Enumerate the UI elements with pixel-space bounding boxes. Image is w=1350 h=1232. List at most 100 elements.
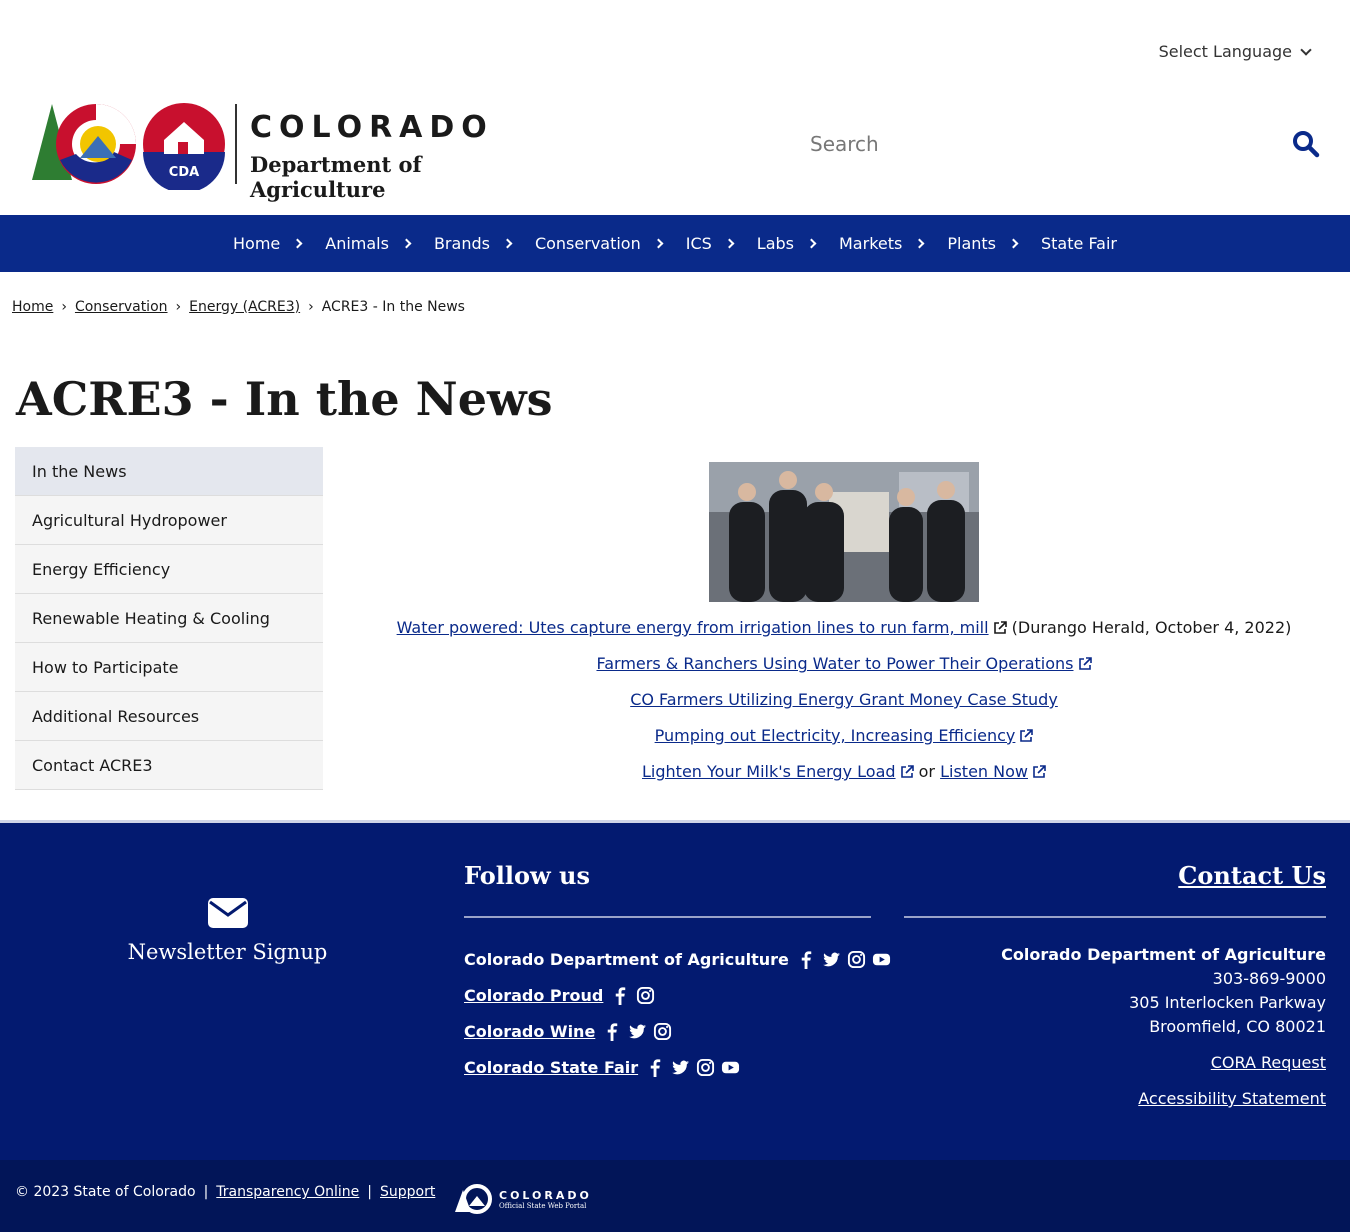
logo-divider (235, 104, 237, 184)
breadcrumb-home[interactable]: Home (12, 299, 53, 315)
accessibility-link[interactable]: Accessibility Statement (1001, 1087, 1326, 1111)
separator: | (203, 1184, 209, 1200)
nav-item-plants[interactable]: Plants (935, 234, 1029, 253)
facebook-icon[interactable] (646, 1058, 665, 1077)
breadcrumb-conservation[interactable]: Conservation (75, 299, 168, 315)
breadcrumb-separator: › (308, 299, 314, 315)
portal-title: COLORADO (499, 1188, 592, 1202)
breadcrumb-separator: › (175, 299, 182, 315)
contact-address-1: 305 Interlocken Parkway (1129, 993, 1326, 1012)
facebook-icon[interactable] (603, 1022, 622, 1041)
news-links: Water powered: Utes capture energy from … (340, 617, 1348, 797)
cora-request-link[interactable]: CORA Request (1001, 1051, 1326, 1075)
news-link-milk-energy[interactable]: Lighten Your Milk's Energy Load (642, 762, 896, 781)
instagram-icon[interactable] (636, 986, 655, 1005)
colorado-portal-icon (455, 1184, 492, 1214)
sidebar-item-resources[interactable]: Additional Resources (15, 692, 323, 741)
chevron-right-icon (1008, 238, 1019, 249)
contact-divider (904, 916, 1326, 918)
news-source: (Durango Herald, October 4, 2022) (1011, 618, 1292, 637)
facebook-icon[interactable] (611, 986, 630, 1005)
external-link-icon (993, 621, 1007, 634)
breadcrumb: Home › Conservation › Energy (ACRE3) › A… (12, 299, 465, 315)
follow-link-colorado-proud[interactable]: Colorado Proud (464, 986, 603, 1005)
sidebar-item-renewable[interactable]: Renewable Heating & Cooling (15, 594, 323, 643)
nav-item-brands[interactable]: Brands (422, 234, 523, 253)
news-link-case-study[interactable]: CO Farmers Utilizing Energy Grant Money … (630, 690, 1058, 709)
external-link-icon (900, 765, 914, 778)
nav-item-animals[interactable]: Animals (313, 234, 422, 253)
external-link-icon (1078, 657, 1092, 670)
instagram-icon[interactable] (653, 1022, 672, 1041)
chevron-right-icon (502, 238, 513, 249)
follow-link-colorado-wine[interactable]: Colorado Wine (464, 1022, 595, 1041)
breadcrumb-energy[interactable]: Energy (ACRE3) (189, 299, 300, 315)
chevron-right-icon (292, 238, 303, 249)
chevron-right-icon (914, 238, 925, 249)
external-link-icon (1033, 765, 1046, 778)
news-link-water-powered[interactable]: Water powered: Utes capture energy from … (397, 618, 989, 637)
nav-item-state-fair[interactable]: State Fair (1029, 234, 1129, 253)
nav-item-markets[interactable]: Markets (827, 234, 935, 253)
sidebar: In the News Agricultural Hydropower Ener… (15, 447, 323, 790)
newsletter-label: Newsletter Signup (127, 940, 328, 964)
language-select[interactable]: Select Language (1158, 42, 1312, 61)
sidebar-item-contact[interactable]: Contact ACRE3 (15, 741, 323, 790)
chevron-right-icon (806, 238, 817, 249)
support-link[interactable]: Support (380, 1184, 435, 1200)
nav-item-home[interactable]: Home (221, 234, 313, 253)
sidebar-item-hydropower[interactable]: Agricultural Hydropower (15, 496, 323, 545)
chevron-right-icon (653, 238, 664, 249)
main-nav: Home Animals Brands Conservation ICS Lab… (0, 215, 1350, 272)
follow-row-state-fair: Colorado State Fair (464, 1049, 891, 1085)
language-label: Select Language (1158, 42, 1292, 61)
svg-text:CDA: CDA (169, 165, 199, 180)
news-link-listen-now[interactable]: Listen Now (940, 762, 1028, 781)
contact-info: Colorado Department of Agriculture 303-8… (1001, 943, 1326, 1111)
bottom-bar: © 2023 State of Colorado | Transparency … (0, 1160, 1350, 1232)
news-link-farmers-ranchers[interactable]: Farmers & Ranchers Using Water to Power … (596, 654, 1073, 673)
follow-link-state-fair[interactable]: Colorado State Fair (464, 1058, 638, 1077)
twitter-icon[interactable] (671, 1058, 690, 1077)
copyright: © 2023 State of Colorado (15, 1184, 196, 1200)
nav-item-labs[interactable]: Labs (745, 234, 827, 253)
news-item: Farmers & Ranchers Using Water to Power … (340, 653, 1348, 689)
envelope-icon (207, 898, 248, 928)
follow-label: Colorado Department of Agriculture (464, 949, 789, 969)
breadcrumb-separator: › (61, 299, 67, 315)
sidebar-item-energy-efficiency[interactable]: Energy Efficiency (15, 545, 323, 594)
sidebar-item-in-the-news[interactable]: In the News (15, 447, 323, 496)
nav-item-conservation[interactable]: Conservation (523, 234, 674, 253)
search-bar (810, 126, 1330, 166)
news-item: Lighten Your Milk's Energy Load or Liste… (340, 761, 1348, 797)
external-link-icon (1020, 729, 1034, 742)
follow-row-colorado-proud: Colorado Proud (464, 977, 891, 1013)
youtube-icon[interactable] (872, 950, 891, 969)
contact-phone: 303-869-9000 (1212, 969, 1326, 988)
newsletter-signup[interactable]: Newsletter Signup (125, 898, 330, 964)
facebook-icon[interactable] (797, 950, 816, 969)
news-item: Water powered: Utes capture energy from … (340, 617, 1348, 653)
search-icon[interactable] (1292, 130, 1320, 158)
twitter-icon[interactable] (628, 1022, 647, 1041)
instagram-icon[interactable] (696, 1058, 715, 1077)
cda-logo[interactable]: CDA COLORADO Department of Agriculture (30, 100, 550, 202)
news-link-pumping[interactable]: Pumping out Electricity, Increasing Effi… (655, 726, 1016, 745)
state-portal-logo[interactable]: COLORADO Official State Web Portal (455, 1184, 592, 1214)
separator: | (367, 1184, 373, 1200)
contact-org: Colorado Department of Agriculture (1001, 945, 1326, 964)
chevron-right-icon (724, 238, 735, 249)
sidebar-item-participate[interactable]: How to Participate (15, 643, 323, 692)
nav-item-ics[interactable]: ICS (674, 234, 745, 253)
youtube-icon[interactable] (721, 1058, 740, 1077)
group-photo-image (709, 462, 979, 602)
bottom-links: © 2023 State of Colorado | Transparency … (15, 1184, 435, 1200)
news-connector: or (918, 762, 935, 781)
follow-title: Follow us (464, 861, 590, 890)
contact-us-link[interactable]: Contact Us (1178, 861, 1326, 890)
search-input[interactable] (810, 126, 1270, 162)
twitter-icon[interactable] (822, 950, 841, 969)
instagram-icon[interactable] (847, 950, 866, 969)
transparency-link[interactable]: Transparency Online (216, 1184, 359, 1200)
chevron-right-icon (401, 238, 412, 249)
